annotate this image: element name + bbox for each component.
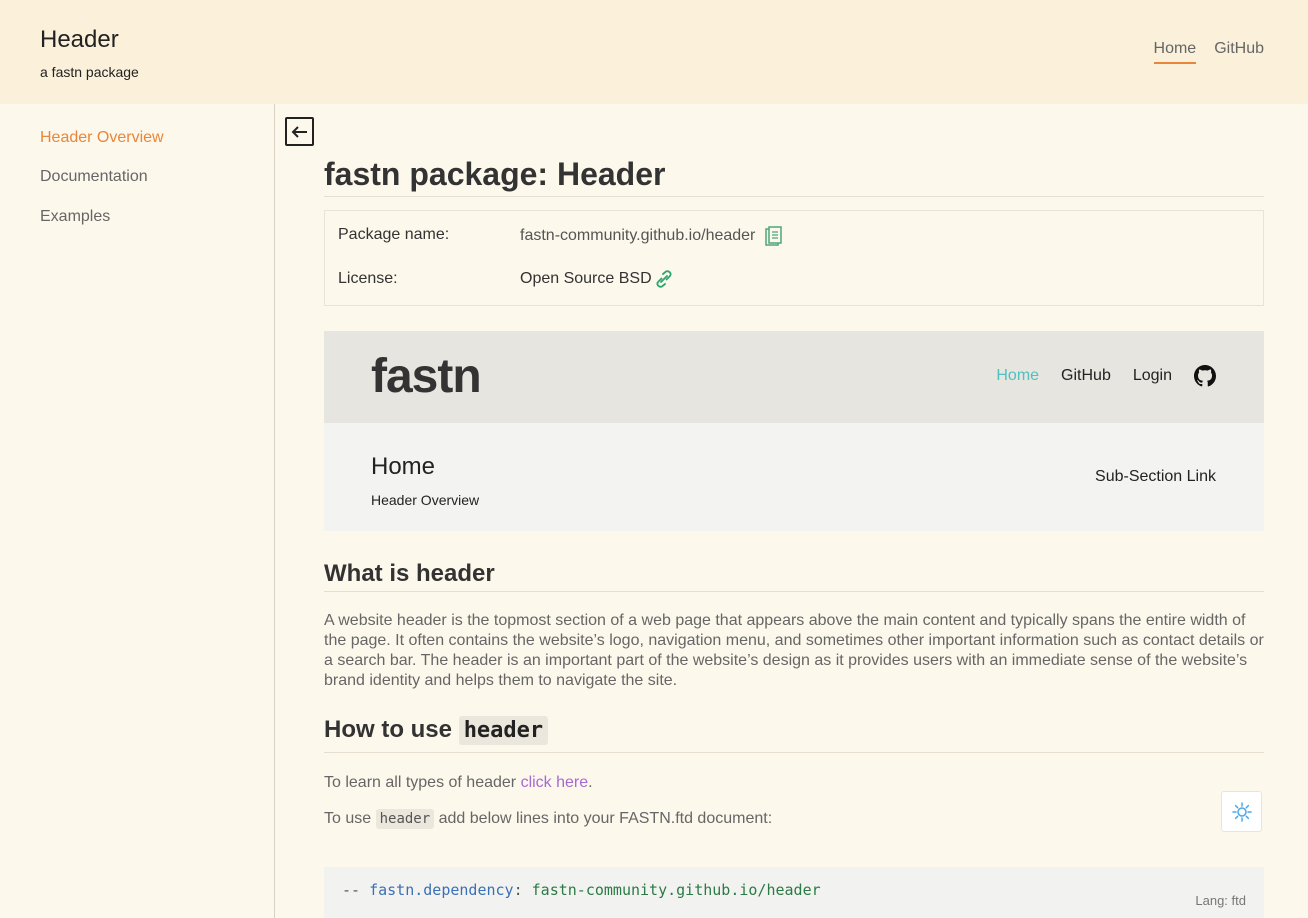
preview-nav-login[interactable]: Login <box>1133 367 1172 385</box>
how-to-use-text: How to use <box>324 716 453 743</box>
code-keyword: fastn.dependency <box>369 881 514 899</box>
click-here-link[interactable]: click here <box>521 774 589 791</box>
copy-icon[interactable] <box>765 226 783 246</box>
preview-section-title: Home <box>371 453 436 480</box>
code-lang-label: Lang: ftd <box>1195 893 1246 908</box>
code-value: fastn-community.github.io/header <box>531 881 821 899</box>
nav-github-link[interactable]: GitHub <box>1214 40 1264 64</box>
sidebar: Header Overview Documentation Examples <box>0 104 275 918</box>
how-to-use-heading: How to use header <box>324 716 549 745</box>
license-text[interactable]: Open Source BSD <box>520 270 652 288</box>
license-value: Open Source BSD <box>520 270 672 288</box>
code-block: -- fastn.dependency: fastn-community.git… <box>324 867 1264 918</box>
code-line: -- fastn.dependency: fastn-community.git… <box>342 881 821 899</box>
sun-icon <box>1231 801 1252 822</box>
code-colon: : <box>513 881 523 899</box>
page-title: fastn package: Header <box>324 156 666 192</box>
site-subtitle: a fastn package <box>40 64 139 80</box>
package-name-text: fastn-community.github.io/header <box>520 227 756 244</box>
nav-home-link[interactable]: Home <box>1153 40 1197 64</box>
sidebar-item-examples[interactable]: Examples <box>40 208 110 226</box>
preview-subsection-bar: Home Header Overview Sub-Section Link <box>324 423 1264 531</box>
preview-nav-github[interactable]: GitHub <box>1061 367 1111 385</box>
top-nav: Home GitHub <box>1153 40 1264 64</box>
package-name-label: Package name: <box>338 226 450 243</box>
learn-paragraph: To learn all types of header click here. <box>324 773 1264 793</box>
code-dash: -- <box>342 881 361 899</box>
preview-nav: Home GitHub Login <box>996 365 1216 387</box>
package-name-value: fastn-community.github.io/header <box>520 226 783 246</box>
preview-subsection-link[interactable]: Sub-Section Link <box>1095 468 1216 486</box>
learn-text: To learn all types of header <box>324 774 521 791</box>
what-heading-divider <box>324 591 1264 592</box>
sidebar-item-documentation[interactable]: Documentation <box>40 168 148 186</box>
theme-toggle-button[interactable] <box>1221 791 1262 832</box>
use-suffix: add below lines into your FASTN.ftd docu… <box>438 810 773 827</box>
use-paragraph: To use header add below lines into your … <box>324 809 1264 829</box>
preview-logo[interactable]: fastn <box>371 349 482 404</box>
back-button[interactable] <box>285 117 314 146</box>
learn-suffix: . <box>588 774 593 791</box>
how-to-use-code: header <box>458 716 549 745</box>
preview-header-bar: fastn Home GitHub Login <box>324 331 1264 423</box>
what-is-header-text: A website header is the topmost section … <box>324 612 1264 689</box>
title-divider <box>324 196 1264 197</box>
site-header: Header a fastn package Home GitHub <box>0 0 1308 104</box>
use-code: header <box>375 809 435 829</box>
site-title: Header <box>40 26 119 53</box>
what-is-header-heading: What is header <box>324 560 495 587</box>
use-prefix: To use <box>324 810 372 827</box>
preview-nav-home[interactable]: Home <box>996 367 1039 385</box>
package-info-box: Package name: fastn-community.github.io/… <box>324 210 1264 306</box>
preview-section-subtitle: Header Overview <box>371 492 480 508</box>
link-icon[interactable] <box>656 270 672 288</box>
sidebar-item-header-overview[interactable]: Header Overview <box>40 129 164 147</box>
license-label: License: <box>338 270 398 287</box>
back-arrow-icon <box>291 125 307 138</box>
github-icon[interactable] <box>1194 365 1216 387</box>
how-heading-divider <box>324 752 1264 753</box>
